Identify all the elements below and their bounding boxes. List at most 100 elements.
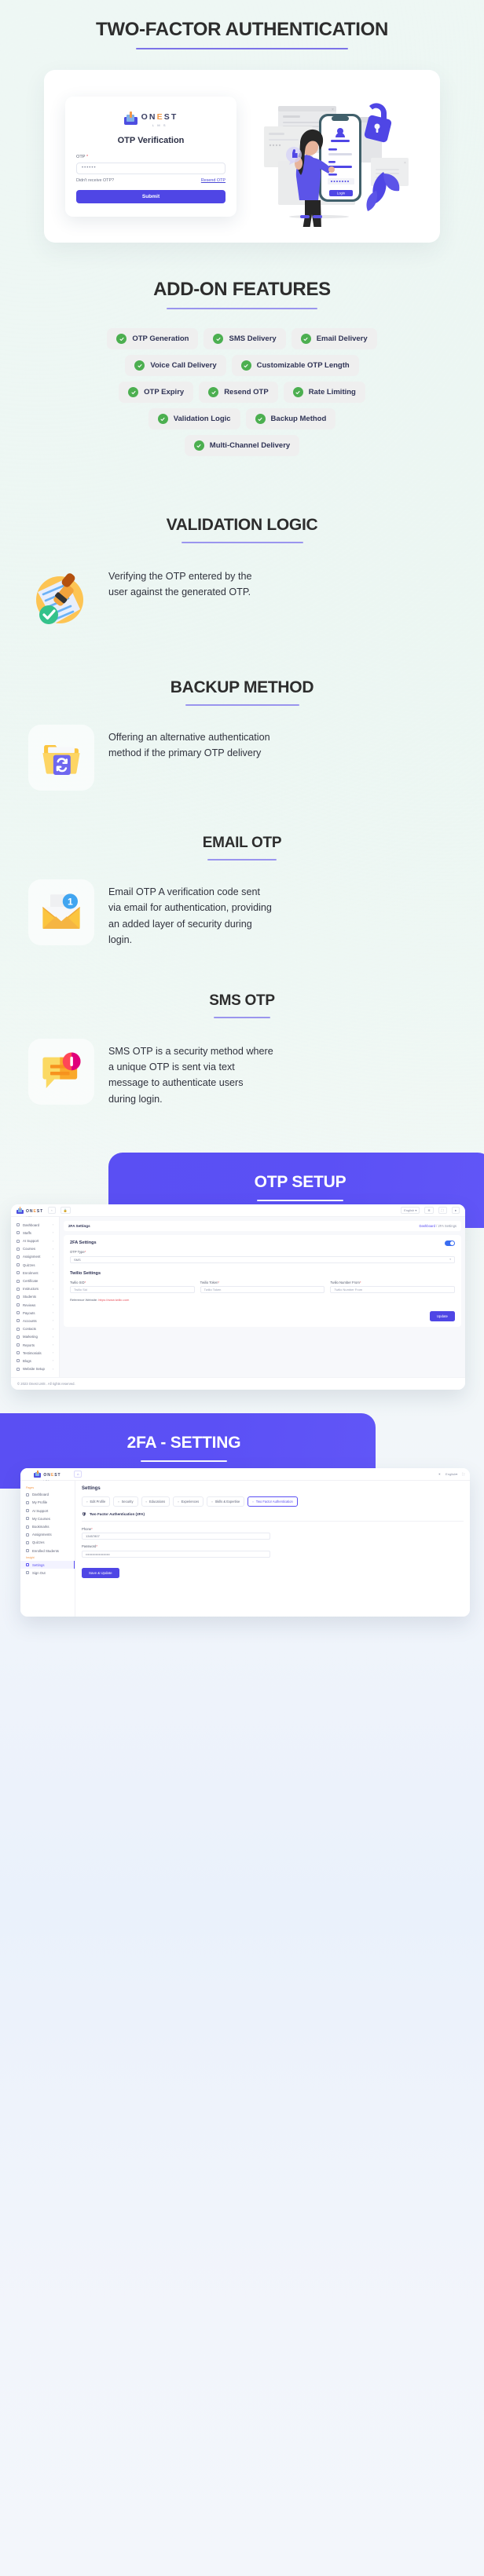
- addon-row: Multi-Channel Delivery: [184, 435, 300, 456]
- menu-icon: [16, 1359, 20, 1363]
- sidebar-item-instructors[interactable]: Instructors ›: [11, 1285, 59, 1293]
- svg-text:×: ×: [332, 108, 334, 112]
- sidebar-item-dashboard[interactable]: Dashboard: [20, 1491, 75, 1499]
- email-badge-count: 1: [68, 896, 73, 907]
- chevron-left-icon[interactable]: ‹: [48, 1207, 56, 1215]
- svg-text:Login: Login: [337, 192, 346, 195]
- twofa-settings-panel: 2FA Settings OTP Type* SMS ▾ Twilio Sett…: [64, 1235, 461, 1328]
- field-input[interactable]: Twilio Number From: [330, 1286, 456, 1294]
- sidebar-item-ai-support[interactable]: AI Support ›: [11, 1237, 59, 1245]
- sidebar-item-label: Payouts: [23, 1310, 35, 1315]
- sidebar-item-payouts[interactable]: Payouts ›: [11, 1309, 59, 1317]
- sidebar-item-sign-out[interactable]: Sign Out: [20, 1569, 75, 1577]
- otp-input[interactable]: ••••••: [76, 162, 226, 174]
- addon-feature-pill[interactable]: Resend OTP: [199, 382, 278, 403]
- tab-two-factor-authentication[interactable]: ▫ Two Factor Authentication: [248, 1496, 298, 1507]
- addon-feature-pill[interactable]: Voice Call Delivery: [125, 355, 226, 376]
- tab-experiences[interactable]: ▫ Experiences: [173, 1496, 204, 1507]
- sidebar-item-enrolment[interactable]: Enrolment ›: [11, 1269, 59, 1277]
- sidebar-item-students[interactable]: Students ›: [11, 1293, 59, 1301]
- sidebar-item-label: Enrolment: [23, 1270, 38, 1275]
- field-input[interactable]: Twilio Sid: [70, 1286, 195, 1294]
- home-icon[interactable]: ⌂: [74, 1470, 82, 1478]
- avatar-icon[interactable]: ●: [451, 1207, 460, 1215]
- addon-feature-pill[interactable]: Validation Logic: [148, 408, 240, 429]
- sidebar-item-staffs[interactable]: Staffs ›: [11, 1229, 59, 1237]
- twofa-section-title: 🛡 Two Factor Authentication (2FA): [82, 1512, 464, 1522]
- otp-type-select[interactable]: SMS ▾: [70, 1255, 455, 1263]
- sidebar-item-quizzes[interactable]: Quizzes ›: [11, 1261, 59, 1269]
- check-icon: [116, 334, 127, 344]
- tab-security[interactable]: ▫ Security: [113, 1496, 138, 1507]
- addon-feature-pill[interactable]: Customizable OTP Length: [231, 355, 359, 376]
- tab-skills-expertise[interactable]: ▫ Skills & Expertise: [207, 1496, 245, 1507]
- reference-note: Reference Website: https://www.twilio.co…: [70, 1298, 455, 1302]
- sidebar-item-label: Website Setup: [23, 1367, 45, 1372]
- sidebar-item-accounts[interactable]: Accounts ›: [11, 1317, 59, 1325]
- tab-educations[interactable]: ▫ Educations: [141, 1496, 170, 1507]
- sidebar-item-reports[interactable]: Reports ›: [11, 1341, 59, 1349]
- menu-icon: [16, 1239, 20, 1243]
- envelope-notification-icon-wrap: 1: [28, 879, 94, 945]
- field-input[interactable]: Twilio Token: [200, 1286, 325, 1294]
- sidebar-item-dashboard[interactable]: Dashboard ›: [11, 1221, 59, 1229]
- addon-feature-pill[interactable]: OTP Generation: [107, 328, 199, 349]
- addon-feature-label: Email Delivery: [316, 334, 368, 343]
- sidebar-item-label: My Courses: [32, 1516, 50, 1521]
- tab-label: Two Factor Authentication: [255, 1499, 293, 1504]
- submit-button[interactable]: Submit: [76, 189, 226, 203]
- sidebar-item-website-setup[interactable]: Website Setup ›: [11, 1365, 59, 1373]
- fullscreen-icon[interactable]: ⛶: [462, 1472, 464, 1476]
- language-selector[interactable]: English ▾: [401, 1207, 420, 1215]
- sidebar-item-bookmarks[interactable]: Bookmarks: [20, 1522, 75, 1530]
- sidebar-item-assignment[interactable]: Assignment ›: [11, 1253, 59, 1261]
- addon-feature-label: Backup Method: [270, 415, 327, 423]
- addon-feature-pill[interactable]: Rate Limiting: [283, 382, 365, 403]
- addon-feature-pill[interactable]: Multi-Channel Delivery: [184, 435, 300, 456]
- twofa-enable-toggle[interactable]: [445, 1240, 455, 1247]
- sidebar-item-contacts[interactable]: Contacts ›: [11, 1325, 59, 1333]
- sidebar-item-courses[interactable]: Courses ›: [11, 1245, 59, 1253]
- reference-link[interactable]: https://www.twilio.com: [98, 1298, 129, 1302]
- sidebar-item-reviews[interactable]: Reviews ›: [11, 1301, 59, 1309]
- sidebar-item-marketing[interactable]: Marketing ›: [11, 1333, 59, 1341]
- sidebar-item-my-profile[interactable]: My Profile: [20, 1499, 75, 1507]
- phone-input[interactable]: 13457807: [82, 1533, 270, 1540]
- check-icon: [193, 440, 204, 451]
- tab-edit-profile[interactable]: ▫ Edit Profile: [82, 1496, 111, 1507]
- addon-feature-pill[interactable]: Backup Method: [245, 408, 336, 429]
- gear-icon[interactable]: ✲: [424, 1207, 434, 1215]
- sidebar-item-label: AI Support: [23, 1239, 39, 1244]
- sun-icon[interactable]: ☀: [438, 1472, 441, 1476]
- language-selector[interactable]: English▾: [446, 1472, 457, 1476]
- save-update-button[interactable]: Save & Update: [82, 1567, 119, 1578]
- resend-otp-link[interactable]: Resend OTP: [201, 178, 226, 183]
- sidebar-item-quizzes[interactable]: Quizzes: [20, 1539, 75, 1547]
- onest-book-icon: [16, 1207, 24, 1215]
- sidebar-item-my-courses[interactable]: My Courses: [20, 1515, 75, 1522]
- panel-title: 2FA Settings: [70, 1240, 97, 1246]
- lock-icon[interactable]: 🔒: [60, 1207, 71, 1215]
- hero-heading: TWO-FACTOR AUTHENTICATION: [0, 0, 484, 49]
- update-button[interactable]: Update: [429, 1311, 455, 1322]
- addon-feature-pill[interactable]: OTP Expiry: [119, 382, 194, 403]
- addon-row: OTP Generation SMS Delivery Email Delivery: [107, 328, 377, 349]
- password-input[interactable]: ••••••••••••••••••••••: [82, 1550, 270, 1558]
- tab-icon: ▫: [252, 1499, 254, 1504]
- sidebar-item-settings[interactable]: Settings: [20, 1561, 75, 1569]
- sidebar-item-ai-support[interactable]: AI Support: [20, 1507, 75, 1515]
- addon-feature-label: Rate Limiting: [308, 388, 356, 396]
- breadcrumb-home-link[interactable]: Dashboard: [419, 1224, 435, 1228]
- sidebar-item-testimonials[interactable]: Testimonials ›: [11, 1349, 59, 1357]
- sidebar-item-enrolled-students[interactable]: Enrolled Students: [20, 1547, 75, 1555]
- addon-feature-pill[interactable]: Email Delivery: [291, 328, 377, 349]
- menu-icon: [26, 1571, 29, 1575]
- sidebar-item-blogs[interactable]: Blogs ›: [11, 1357, 59, 1365]
- sidebar-item-assignments[interactable]: Assignments: [20, 1531, 75, 1539]
- otp-field-label: OTP *: [76, 154, 89, 159]
- sidebar-item-certificate[interactable]: Certificate ›: [11, 1277, 59, 1284]
- addon-feature-pill[interactable]: SMS Delivery: [204, 328, 286, 349]
- sms-otp-body: SMS OTP is a security method where a uni…: [108, 1045, 273, 1105]
- otp-setup-footer: © 2023 Onest LMS . All rights reserved.: [11, 1376, 465, 1390]
- fullscreen-icon[interactable]: ⛶: [438, 1207, 447, 1215]
